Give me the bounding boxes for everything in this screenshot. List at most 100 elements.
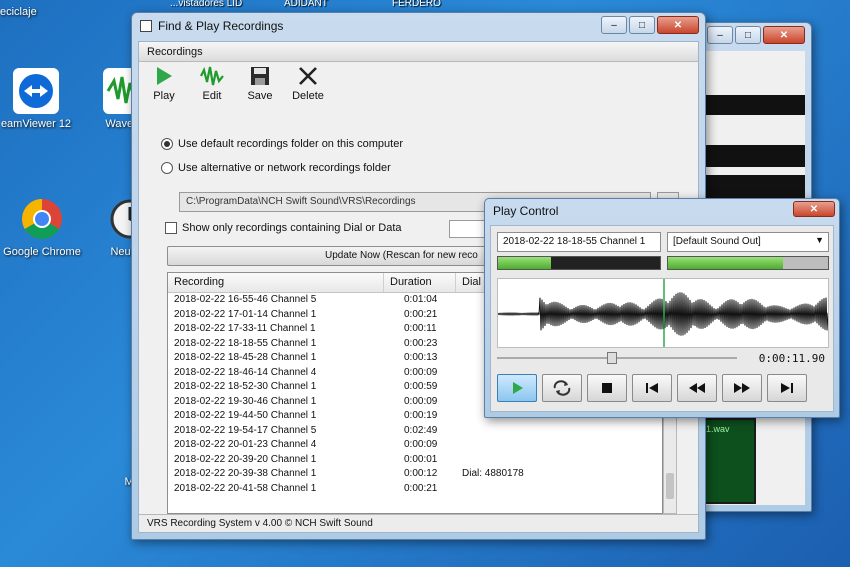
cell-dial bbox=[456, 453, 662, 468]
status-bar: VRS Recording System v 4.00 © NCH Swift … bbox=[139, 514, 698, 532]
table-row[interactable]: 2018-02-22 20-41-58 Channel 1 0:00:21 bbox=[168, 482, 662, 497]
cell-duration: 0:00:21 bbox=[404, 482, 438, 494]
cell-dial: Dial: 4880178 bbox=[462, 468, 524, 479]
cell-duration: 0:00:11 bbox=[404, 323, 437, 334]
cell-dial bbox=[456, 424, 662, 439]
cell-duration: 0:00:23 bbox=[404, 337, 438, 349]
background-window-controls: – □ ✕ bbox=[707, 26, 805, 44]
desktop-top-label: ...vistadores LID bbox=[170, 0, 243, 9]
default-folder-option[interactable]: Use default recordings folder on this co… bbox=[161, 138, 403, 150]
table-row[interactable]: 2018-02-22 20-01-23 Channel 4 0:00:09 bbox=[168, 438, 662, 453]
maximize-icon[interactable]: □ bbox=[735, 26, 761, 44]
desktop-icon-label: eamViewer 12 bbox=[0, 118, 72, 130]
desktop-top-label: FERDERO bbox=[392, 0, 441, 9]
play-control-window[interactable]: Play Control ✕ 2018-02-22 18-18-55 Chann… bbox=[484, 198, 840, 418]
cell-duration: 0:00:01 bbox=[404, 453, 438, 465]
loop-icon bbox=[553, 380, 571, 396]
cell-recording: 2018-02-22 17-33-11 Channel 1 bbox=[174, 323, 316, 334]
edit-button[interactable]: Edit bbox=[195, 64, 229, 102]
cell-recording: 2018-02-22 20-01-23 Channel 4 bbox=[174, 439, 317, 450]
cell-dial bbox=[456, 482, 662, 497]
play-label: Play bbox=[153, 90, 175, 102]
column-header-duration[interactable]: Duration bbox=[384, 273, 456, 292]
cell-duration: 0:00:19 bbox=[404, 410, 438, 421]
delete-button[interactable]: Delete bbox=[291, 64, 325, 102]
dark-band bbox=[697, 145, 805, 167]
delete-label: Delete bbox=[292, 90, 324, 102]
cell-recording: 2018-02-22 20-39-20 Channel 1 bbox=[174, 453, 317, 465]
close-icon[interactable]: ✕ bbox=[793, 201, 835, 217]
chevron-down-icon: ▼ bbox=[815, 235, 824, 245]
time-readout: 0:00:11.90 bbox=[758, 352, 825, 365]
play-button[interactable]: Play bbox=[147, 64, 181, 102]
cell-recording: 2018-02-22 18-18-55 Channel 1 bbox=[174, 337, 317, 349]
cell-recording: 2018-02-22 18-46-14 Channel 4 bbox=[174, 366, 317, 378]
scrollbar-thumb[interactable] bbox=[666, 473, 674, 499]
waveform-display[interactable] bbox=[497, 278, 829, 348]
close-icon[interactable]: ✕ bbox=[763, 26, 805, 44]
alt-folder-option[interactable]: Use alternative or network recordings fo… bbox=[161, 162, 391, 174]
table-row[interactable]: 2018-02-22 20-39-20 Channel 1 0:00:01 bbox=[168, 453, 662, 468]
cell-duration: 0:00:09 bbox=[404, 366, 438, 378]
slider-knob[interactable] bbox=[607, 352, 617, 364]
transport-play-button[interactable] bbox=[497, 374, 537, 402]
teamviewer-icon bbox=[13, 68, 59, 114]
stop-button[interactable] bbox=[587, 374, 627, 402]
cell-recording: 2018-02-22 20-41-58 Channel 1 bbox=[174, 482, 317, 494]
play-control-title: Play Control bbox=[493, 204, 559, 218]
window-title: Find & Play Recordings bbox=[158, 19, 284, 33]
play-control-client: 2018-02-22 18-18-55 Channel 1 [Default S… bbox=[490, 225, 834, 412]
cell-recording: 2018-02-22 18-45-28 Channel 1 bbox=[174, 352, 317, 363]
slider-track bbox=[497, 357, 737, 359]
minimize-icon[interactable]: – bbox=[707, 26, 733, 44]
cell-recording: 2018-02-22 20-39-38 Channel 1 bbox=[174, 468, 317, 479]
play-control-controls: ✕ bbox=[793, 201, 835, 217]
left-level-meter bbox=[497, 256, 661, 270]
rewind-button[interactable] bbox=[677, 374, 717, 402]
cell-recording: 2018-02-22 19-44-50 Channel 1 bbox=[174, 410, 317, 421]
default-folder-label: Use default recordings folder on this co… bbox=[178, 138, 404, 150]
desktop-icon-chrome[interactable]: Google Chrome bbox=[0, 196, 84, 258]
dial-filter-option[interactable]: Show only recordings containing Dial or … bbox=[165, 222, 402, 234]
save-button[interactable]: Save bbox=[243, 64, 277, 102]
maximize-icon[interactable]: □ bbox=[629, 16, 655, 34]
cell-duration: 0:00:12 bbox=[404, 468, 438, 479]
minimize-icon[interactable]: – bbox=[601, 16, 627, 34]
dial-filter-checkbox[interactable] bbox=[165, 222, 177, 234]
table-row[interactable]: 2018-02-22 19-54-17 Channel 5 0:02:49 bbox=[168, 424, 662, 439]
output-device-select[interactable]: [Default Sound Out] ▼ bbox=[667, 232, 829, 252]
chrome-icon bbox=[19, 196, 65, 242]
cell-duration: 0:00:09 bbox=[404, 395, 438, 407]
position-slider[interactable] bbox=[497, 352, 737, 364]
radio-default-folder[interactable] bbox=[161, 138, 173, 150]
cell-recording: 2018-02-22 18-52-30 Channel 1 bbox=[174, 381, 317, 392]
dial-filter-label: Show only recordings containing Dial or … bbox=[182, 222, 402, 234]
table-row[interactable]: 2018-02-22 20-39-38 Channel 1 0:00:12 Dial… bbox=[168, 467, 662, 482]
file-name-field[interactable]: 2018-02-22 18-18-55 Channel 1 bbox=[497, 232, 661, 252]
dark-band bbox=[697, 175, 805, 199]
desktop-icon-teamviewer[interactable]: eamViewer 12 bbox=[0, 68, 78, 130]
close-icon[interactable]: ✕ bbox=[657, 16, 699, 34]
loop-button[interactable] bbox=[542, 374, 582, 402]
cell-dial bbox=[456, 438, 662, 453]
play-control-titlebar[interactable]: Play Control bbox=[485, 199, 839, 223]
cell-recording: 2018-02-22 16-55-46 Channel 5 bbox=[174, 294, 317, 305]
column-header-recording[interactable]: Recording bbox=[168, 273, 384, 292]
skip-back-icon bbox=[646, 383, 658, 393]
right-level-fill bbox=[668, 257, 784, 269]
waveform-graphic bbox=[498, 279, 828, 347]
floppy-disk-icon bbox=[251, 67, 269, 85]
app-icon bbox=[140, 20, 152, 32]
window-controls: – □ ✕ bbox=[601, 16, 699, 34]
skip-start-button[interactable] bbox=[632, 374, 672, 402]
play-icon bbox=[513, 382, 523, 394]
edit-label: Edit bbox=[202, 90, 222, 102]
play-icon bbox=[157, 67, 172, 85]
fast-forward-button[interactable] bbox=[722, 374, 762, 402]
recycle-bin-label[interactable]: eciclaje bbox=[0, 6, 50, 18]
cell-recording: 2018-02-22 17-01-14 Channel 1 bbox=[174, 308, 317, 320]
skip-end-button[interactable] bbox=[767, 374, 807, 402]
waveform-edit-icon bbox=[200, 66, 224, 86]
cell-duration: 0:00:59 bbox=[404, 381, 438, 392]
radio-alt-folder[interactable] bbox=[161, 162, 173, 174]
